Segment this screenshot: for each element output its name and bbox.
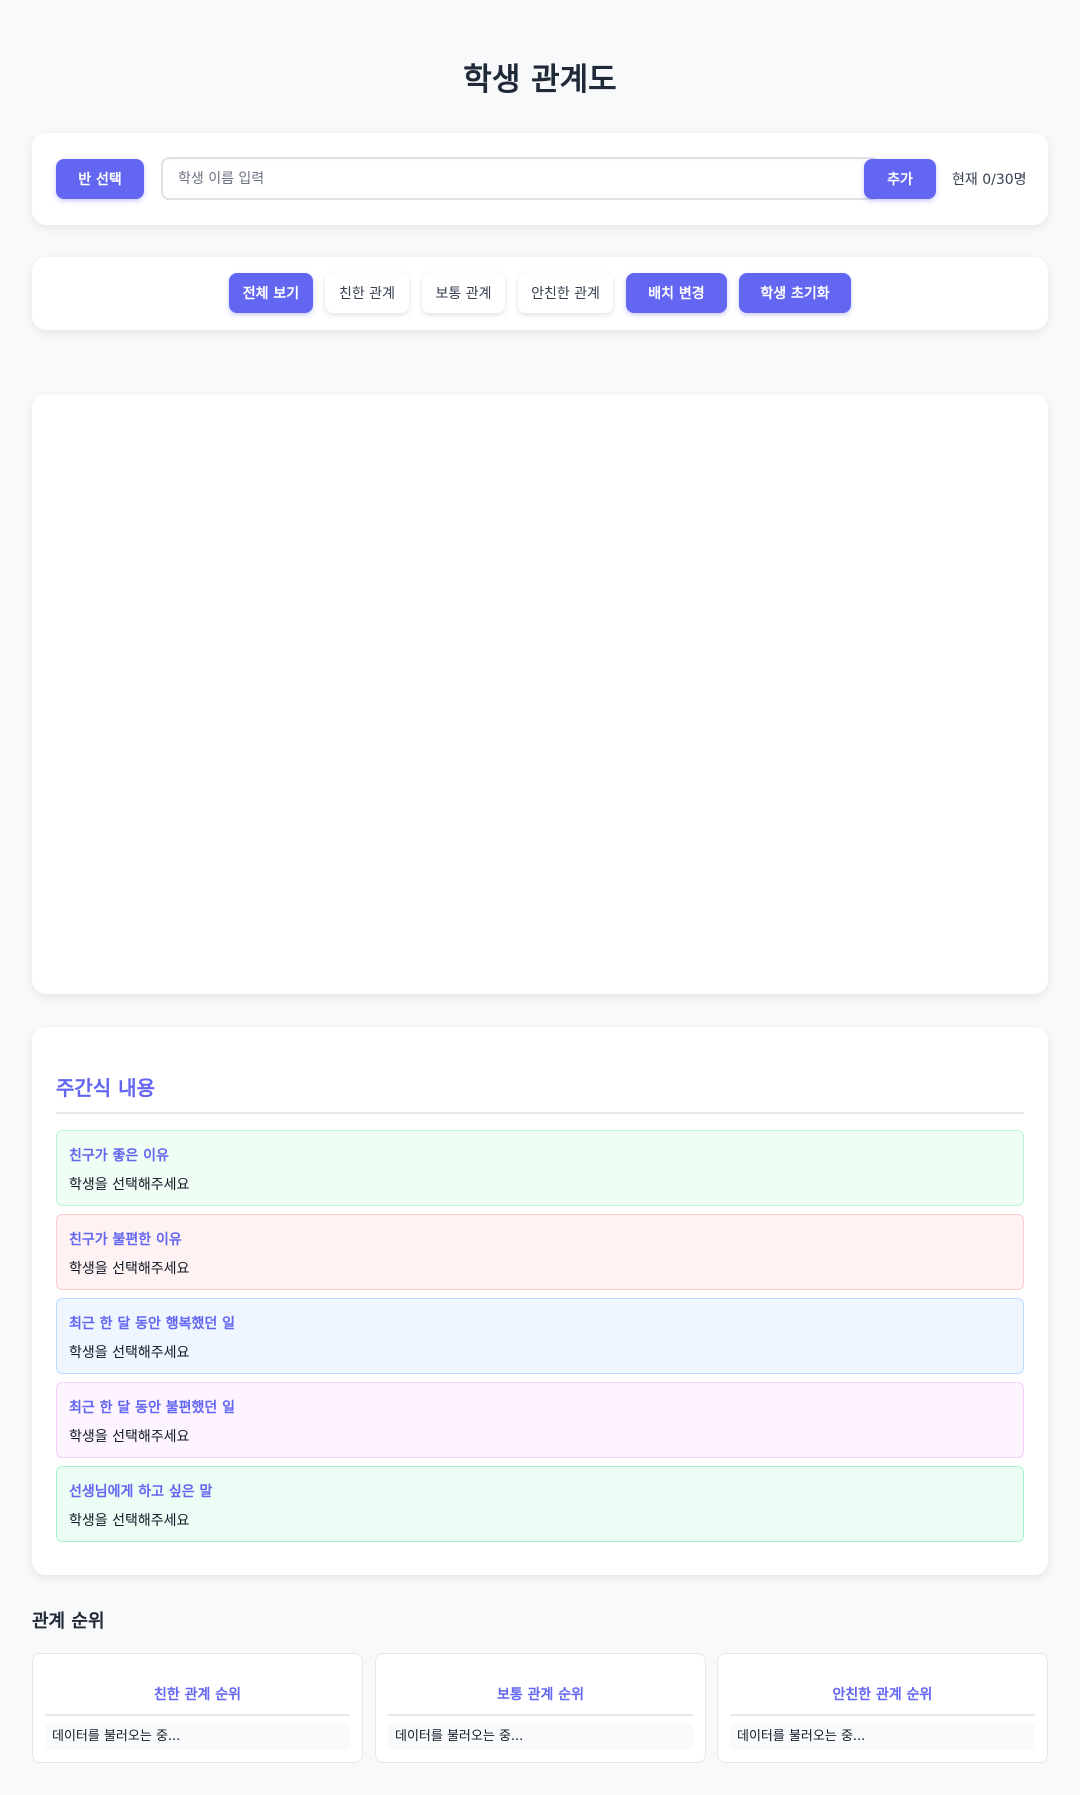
answer-message-to-teacher: 선생님에게 하고 싶은 말 학생을 선택해주세요 (56, 1466, 1024, 1542)
rank-loading-text: 데이터를 불러오는 중... (730, 1723, 1035, 1750)
rank-divider (45, 1714, 350, 1716)
answer-body: 학생을 선택해주세요 (69, 1177, 190, 1193)
view-all-button[interactable]: 전체 보기 (229, 273, 313, 313)
answer-title: 친구가 불편한 이유 (69, 1232, 182, 1248)
answer-good-reason: 친구가 좋은 이유 학생을 선택해주세요 (56, 1130, 1024, 1206)
answers-heading: 주간식 내용 (56, 1076, 155, 1100)
answers-panel: 주간식 내용 친구가 좋은 이유 학생을 선택해주세요 친구가 불편한 이유 학… (32, 1027, 1048, 1575)
student-count-text: 현재 0/30명 (952, 172, 1027, 188)
distant-ranking-card: 안친한 관계 순위 데이터를 불러오는 중... (717, 1653, 1048, 1763)
class-select-button[interactable]: 반 선택 (56, 159, 144, 199)
student-name-input[interactable] (161, 157, 880, 200)
answer-title: 최근 한 달 동안 행복했던 일 (69, 1316, 236, 1332)
normal-relation-button[interactable]: 보통 관계 (422, 273, 505, 313)
distant-relation-button[interactable]: 안친한 관계 (518, 273, 613, 313)
student-toolbar: 반 선택 추가 현재 0/30명 (32, 133, 1048, 225)
filter-bar: 전체 보기 친한 관계 보통 관계 안친한 관계 배치 변경 학생 초기화 (32, 257, 1048, 330)
rank-divider (388, 1714, 693, 1716)
answer-body: 학생을 선택해주세요 (69, 1513, 190, 1529)
relationship-graph-canvas[interactable] (32, 394, 1048, 994)
rank-divider (730, 1714, 1035, 1716)
rank-loading-text: 데이터를 불러오는 중... (45, 1723, 350, 1750)
rank-title: 안친한 관계 순위 (832, 1687, 933, 1703)
answer-title: 최근 한 달 동안 불편했던 일 (69, 1400, 236, 1416)
answer-title: 친구가 좋은 이유 (69, 1148, 169, 1164)
rank-title: 보통 관계 순위 (496, 1687, 585, 1703)
reset-students-button[interactable]: 학생 초기화 (739, 273, 851, 313)
answer-body: 학생을 선택해주세요 (69, 1429, 190, 1445)
close-relation-button[interactable]: 친한 관계 (325, 273, 409, 313)
answer-body: 학생을 선택해주세요 (69, 1345, 190, 1361)
answer-uncomfortable-reason: 친구가 불편한 이유 학생을 선택해주세요 (56, 1214, 1024, 1290)
rank-title: 친한 관계 순위 (153, 1687, 242, 1703)
add-student-button[interactable]: 추가 (864, 159, 936, 199)
answer-body: 학생을 선택해주세요 (69, 1261, 190, 1277)
page-title: 학생 관계도 (463, 62, 617, 98)
rearrange-button[interactable]: 배치 변경 (626, 273, 727, 313)
rank-loading-text: 데이터를 불러오는 중... (388, 1723, 693, 1750)
answer-title: 선생님에게 하고 싶은 말 (69, 1484, 213, 1500)
answer-unhappy-event: 최근 한 달 동안 불편했던 일 학생을 선택해주세요 (56, 1382, 1024, 1458)
answer-happy-event: 최근 한 달 동안 행복했던 일 학생을 선택해주세요 (56, 1298, 1024, 1374)
ranking-heading: 관계 순위 (32, 1611, 105, 1632)
close-ranking-card: 친한 관계 순위 데이터를 불러오는 중... (32, 1653, 363, 1763)
answers-divider (56, 1112, 1024, 1114)
normal-ranking-card: 보통 관계 순위 데이터를 불러오는 중... (375, 1653, 706, 1763)
